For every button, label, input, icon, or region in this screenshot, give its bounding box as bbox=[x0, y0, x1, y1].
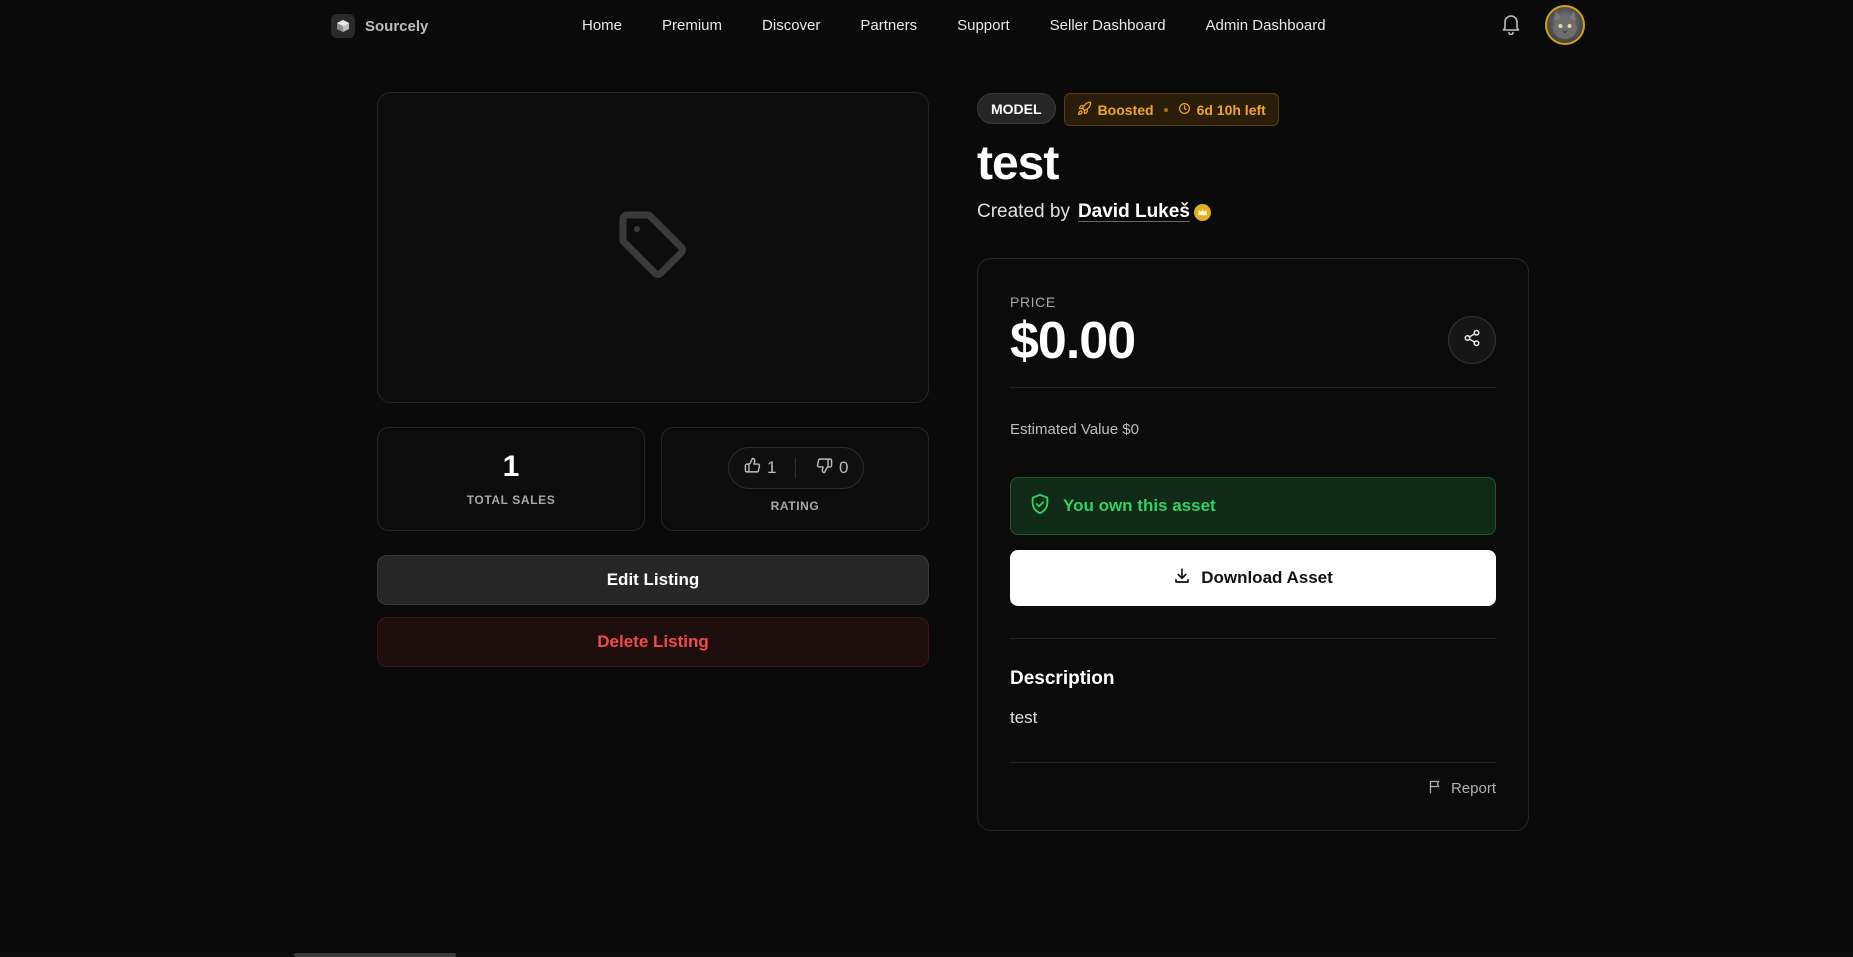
description-text: test bbox=[1010, 708, 1038, 727]
flag-icon bbox=[1428, 779, 1443, 798]
report-button[interactable]: Report bbox=[1428, 779, 1496, 798]
tag-icon bbox=[613, 205, 693, 290]
download-icon bbox=[1173, 567, 1191, 590]
share-button[interactable] bbox=[1448, 316, 1496, 364]
listing-badges: MODEL Boosted 6d 10h left bbox=[977, 93, 1279, 126]
download-asset-button[interactable]: Download Asset bbox=[1010, 550, 1496, 606]
nav-link-discover[interactable]: Discover bbox=[762, 17, 820, 34]
author-link[interactable]: David Lukeš bbox=[1078, 201, 1190, 223]
brand-name: Sourcely bbox=[365, 17, 429, 35]
like-button[interactable]: 1 bbox=[729, 448, 795, 488]
clock-icon bbox=[1178, 102, 1191, 118]
share-icon bbox=[1463, 329, 1481, 352]
boost-time-left: 6d 10h left bbox=[1196, 101, 1266, 118]
divider bbox=[1010, 762, 1496, 763]
like-count: 1 bbox=[767, 458, 777, 477]
separator-dot bbox=[1163, 107, 1168, 112]
brand[interactable]: Sourcely bbox=[331, 14, 428, 38]
bell-icon[interactable] bbox=[1501, 13, 1521, 36]
rating-card: 1 0 RATING bbox=[661, 427, 929, 531]
divider bbox=[1010, 387, 1496, 388]
total-sales-label: TOTAL SALES bbox=[466, 493, 556, 507]
created-by-prefix: Created by bbox=[977, 201, 1070, 222]
nav-links: Home Premium Discover Partners Support S… bbox=[582, 17, 1366, 34]
shield-check-icon bbox=[1029, 493, 1051, 520]
nav-link-seller-dashboard[interactable]: Seller Dashboard bbox=[1050, 17, 1166, 34]
horizontal-scrollbar[interactable] bbox=[0, 953, 1853, 957]
boost-label: Boosted bbox=[1097, 101, 1154, 118]
rocket-icon bbox=[1077, 101, 1092, 119]
description-heading: Description bbox=[1010, 668, 1115, 689]
nav-link-partners[interactable]: Partners bbox=[860, 17, 917, 34]
estimated-value: Estimated Value $0 bbox=[1010, 421, 1139, 438]
thumbs-down-icon bbox=[816, 457, 833, 479]
delete-listing-button[interactable]: Delete Listing bbox=[377, 617, 929, 667]
purchase-panel: PRICE $0.00 Estimated Value $0 You own t… bbox=[977, 258, 1529, 831]
category-badge: MODEL bbox=[977, 93, 1056, 124]
total-sales-card: 1 TOTAL SALES bbox=[377, 427, 645, 531]
price-label: PRICE bbox=[1010, 294, 1056, 310]
scrollbar-thumb[interactable] bbox=[294, 953, 456, 957]
dislike-button[interactable]: 0 bbox=[796, 448, 848, 488]
created-by: Created by David Lukeš bbox=[977, 201, 1211, 223]
rating-pill: 1 0 bbox=[728, 447, 864, 489]
boost-badge: Boosted 6d 10h left bbox=[1063, 93, 1279, 126]
total-sales-value: 1 bbox=[502, 450, 520, 483]
nav-link-home[interactable]: Home bbox=[582, 17, 622, 34]
dislike-count: 0 bbox=[839, 458, 849, 477]
rating-label: RATING bbox=[770, 499, 820, 513]
divider bbox=[1010, 638, 1496, 639]
nav-link-admin-dashboard[interactable]: Admin Dashboard bbox=[1206, 17, 1326, 34]
crown-icon bbox=[1193, 203, 1211, 221]
ownership-notice: You own this asset bbox=[1010, 477, 1496, 535]
user-avatar[interactable] bbox=[1545, 5, 1585, 45]
listing-title: test bbox=[977, 137, 1059, 190]
edit-listing-button[interactable]: Edit Listing bbox=[377, 555, 929, 605]
nav-link-premium[interactable]: Premium bbox=[662, 17, 722, 34]
nav-link-support[interactable]: Support bbox=[957, 17, 1010, 34]
listing-thumbnail bbox=[377, 92, 929, 403]
ownership-text: You own this asset bbox=[1063, 496, 1216, 515]
brand-logo-icon bbox=[331, 14, 355, 38]
top-navbar: Sourcely Home Premium Discover Partners … bbox=[0, 0, 1853, 54]
report-label: Report bbox=[1450, 780, 1496, 797]
price-value: $0.00 bbox=[1010, 312, 1136, 370]
download-label: Download Asset bbox=[1201, 568, 1333, 587]
thumbs-up-icon bbox=[744, 457, 761, 479]
